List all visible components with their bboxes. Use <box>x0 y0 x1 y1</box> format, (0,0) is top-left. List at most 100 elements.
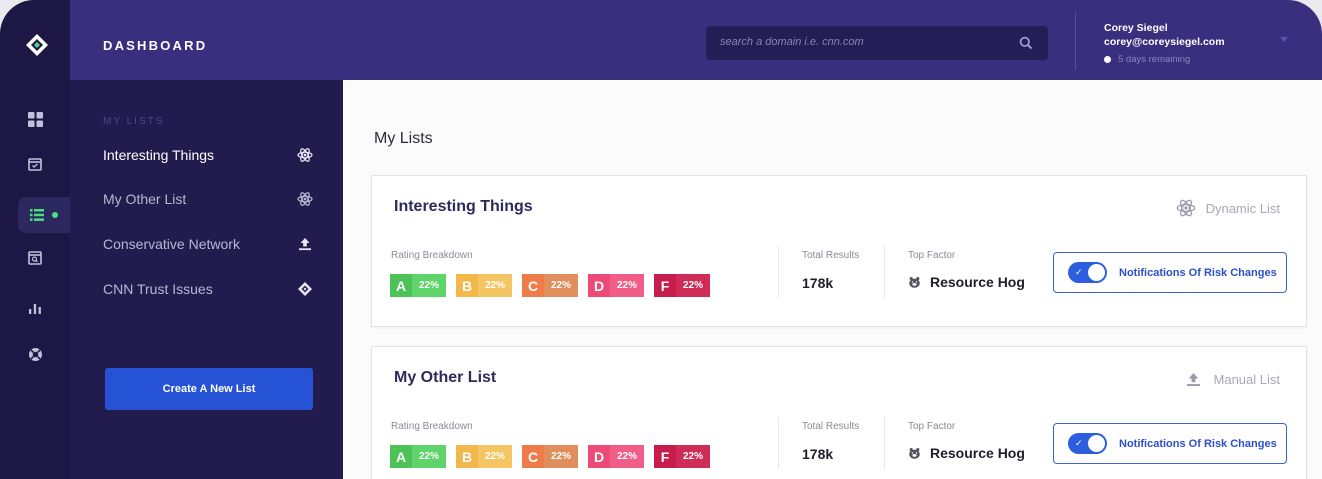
grade-a: A 22% <box>390 274 446 297</box>
grade-percent: 22% <box>676 274 710 297</box>
active-indicator-dot <box>52 212 58 218</box>
total-results-value: 178k <box>802 275 834 291</box>
sidebar-item-label: Conservative Network <box>103 236 240 252</box>
check-icon: ✓ <box>1075 267 1083 277</box>
clock-icon <box>1104 56 1111 63</box>
total-results-label: Total Results <box>802 250 860 261</box>
top-factor: Resource Hog <box>908 274 1025 290</box>
card-divider <box>884 417 885 469</box>
sidebar-item-label: CNN Trust Issues <box>103 281 213 297</box>
grade-letter: F <box>654 445 676 468</box>
search-box[interactable] <box>706 26 1048 60</box>
list-type: Dynamic List <box>1176 198 1280 218</box>
rail-item-lists[interactable] <box>18 197 70 233</box>
top-factor: Resource Hog <box>908 445 1025 461</box>
grade-c: C 22% <box>522 274 578 297</box>
grade-percent: 22% <box>610 445 644 468</box>
card-divider <box>778 246 779 298</box>
card-title[interactable]: My Other List <box>394 369 496 387</box>
page-section-title: DASHBOARD <box>103 38 208 53</box>
notifications-label: Notifications Of Risk Changes <box>1119 437 1277 450</box>
grade-percent: 22% <box>676 445 710 468</box>
list-card[interactable]: Interesting Things Dynamic List Rating B… <box>371 175 1307 327</box>
chevron-down-icon[interactable] <box>1280 37 1288 42</box>
sidebar-item-label: Interesting Things <box>103 147 215 163</box>
grade-a: A 22% <box>390 445 446 468</box>
notifications-toggle[interactable]: ✓ Notifications Of Risk Changes <box>1053 252 1287 293</box>
header-divider <box>1075 12 1076 70</box>
grade-d: D 22% <box>588 445 644 468</box>
search-icon[interactable] <box>1019 36 1033 50</box>
app-window: DASHBOARD Corey Siegel corey@coreysiegel… <box>0 0 1322 479</box>
list-card[interactable]: My Other List Manual List Rating Breakdo… <box>371 346 1307 479</box>
grade-letter: D <box>588 274 610 297</box>
diamond-logo-icon <box>298 282 312 296</box>
create-new-list-button[interactable]: Create A New List <box>105 368 313 410</box>
grade-c: C 22% <box>522 445 578 468</box>
grade-b: B 22% <box>456 445 512 468</box>
toggle-switch[interactable]: ✓ <box>1068 433 1107 454</box>
list-icon <box>30 209 44 221</box>
top-factor-label: Top Factor <box>908 250 956 261</box>
piggy-bank-icon <box>909 276 920 288</box>
grade-letter: C <box>522 445 544 468</box>
trial-status: 5 days remaining <box>1104 54 1190 65</box>
rating-breakdown: A 22% B 22% C 22% D 22% F 22% <box>390 274 720 297</box>
card-title[interactable]: Interesting Things <box>394 198 533 216</box>
check-icon: ✓ <box>1075 438 1083 448</box>
user-email: corey@coreysiegel.com <box>1104 36 1225 48</box>
user-name: Corey Siegel <box>1104 22 1168 34</box>
calendar-icon[interactable] <box>24 153 46 175</box>
list-type-label: Manual List <box>1213 371 1280 387</box>
piggy-bank-icon <box>909 447 920 459</box>
icon-rail <box>0 0 70 479</box>
grade-percent: 22% <box>412 445 446 468</box>
sidebar-item-interesting-things[interactable]: Interesting Things <box>103 143 313 167</box>
main-content: My Lists Interesting Things Dynamic List… <box>343 80 1322 479</box>
grade-letter: A <box>390 445 412 468</box>
trial-text: 5 days remaining <box>1118 54 1191 65</box>
card-divider <box>884 246 885 298</box>
grade-letter: D <box>588 445 610 468</box>
page-title: My Lists <box>374 130 433 147</box>
top-factor-value: Resource Hog <box>930 274 1025 290</box>
atom-icon <box>297 192 313 206</box>
toggle-knob <box>1088 435 1105 452</box>
grade-percent: 22% <box>610 274 644 297</box>
top-factor-value: Resource Hog <box>930 445 1025 461</box>
top-bar: DASHBOARD Corey Siegel corey@coreysiegel… <box>70 0 1322 80</box>
lists-sidebar: MY LISTS Interesting Things My Other Lis… <box>70 80 343 479</box>
rating-breakdown: A 22% B 22% C 22% D 22% F 22% <box>390 445 720 468</box>
grade-percent: 22% <box>478 445 512 468</box>
grade-b: B 22% <box>456 274 512 297</box>
rating-breakdown-label: Rating Breakdown <box>391 421 473 432</box>
grade-letter: A <box>390 274 412 297</box>
rating-breakdown-label: Rating Breakdown <box>391 250 473 261</box>
toggle-switch[interactable]: ✓ <box>1068 262 1107 283</box>
upload-icon <box>299 238 311 251</box>
atom-icon <box>297 148 313 162</box>
grade-percent: 22% <box>478 274 512 297</box>
grid-icon[interactable] <box>24 108 46 130</box>
total-results-label: Total Results <box>802 421 860 432</box>
brand-logo-icon[interactable] <box>25 33 49 57</box>
browser-search-icon[interactable] <box>24 247 46 269</box>
grade-percent: 22% <box>412 274 446 297</box>
grade-percent: 22% <box>544 445 578 468</box>
sidebar-item-conservative-network[interactable]: Conservative Network <box>103 232 313 256</box>
grade-f: F 22% <box>654 445 710 468</box>
grade-letter: B <box>456 445 478 468</box>
sidebar-item-my-other-list[interactable]: My Other List <box>103 187 313 211</box>
toggle-knob <box>1088 264 1105 281</box>
bar-chart-icon[interactable] <box>24 297 46 319</box>
sidebar-item-cnn-trust-issues[interactable]: CNN Trust Issues <box>103 277 313 301</box>
sidebar-item-label: My Other List <box>103 191 187 207</box>
notifications-label: Notifications Of Risk Changes <box>1119 266 1277 279</box>
upload-icon <box>1184 369 1204 389</box>
lifebuoy-icon[interactable] <box>24 343 46 365</box>
list-type: Manual List <box>1184 369 1280 389</box>
grade-letter: B <box>456 274 478 297</box>
top-factor-label: Top Factor <box>908 421 956 432</box>
search-input[interactable] <box>720 36 1000 48</box>
notifications-toggle[interactable]: ✓ Notifications Of Risk Changes <box>1053 423 1287 464</box>
